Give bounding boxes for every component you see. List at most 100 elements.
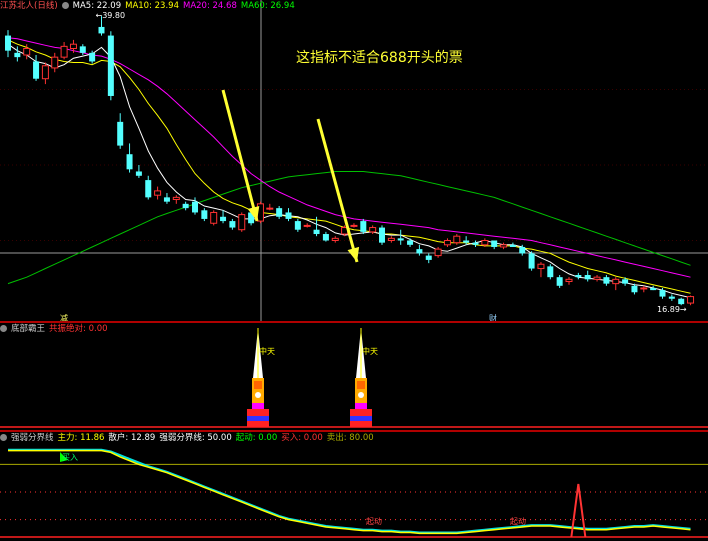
candle-body [640,287,648,290]
candle-body [500,244,508,248]
candle-body [453,235,461,244]
sell-label: 卖出: 80.00 [326,433,374,443]
ma60-line [7,171,691,285]
tower-band [355,403,367,409]
candle-body [163,197,170,202]
candle-body [565,278,573,282]
candle-body [668,296,675,299]
candle-body [238,214,246,231]
sanhu-label: 散户: 12.89 [108,433,156,443]
qidong-label: 起动: 0.00 [235,433,278,443]
candle-body [276,208,283,217]
stock-title: 江苏北人(日线) [0,1,58,11]
candle-body [481,240,489,246]
candle-body [622,279,629,284]
candle-body [98,26,105,34]
settings-icon[interactable] [61,2,69,9]
strength-chart[interactable]: 起动 起动 买入 [0,432,708,541]
candle-body [126,154,133,170]
candle-body [387,237,395,241]
qidong-annotation: 起动 [366,516,382,526]
candle-body [397,238,404,241]
candle-body [14,52,21,58]
candle-body [407,240,414,245]
buy-label: 买入: 0.00 [281,433,323,443]
panel2-title: 底部霸王 [11,324,46,334]
annotation-note: 这指标不适合688开头的票 [296,50,463,66]
ma20-label: MA20: 24.68 [182,1,237,11]
panel2-header: 底部霸王 共振绝对: 0.00 [0,323,108,335]
candle-body [89,52,96,62]
candle-body [60,45,68,58]
settings-icon[interactable] [0,434,7,441]
tower-window [357,381,365,389]
candle-body [593,276,601,280]
ma5-label: MA5: 22.09 [72,1,122,11]
candle-body [379,227,385,243]
candle-body [612,278,620,285]
tower-base-red [350,409,372,416]
candle-body [69,43,77,50]
candle-body [547,266,554,278]
bottom-king-chart[interactable]: 中天 中天 [0,323,708,430]
candle-body [509,244,516,247]
candle-body [584,275,591,280]
candle-body [603,277,610,284]
candle-body [51,56,59,69]
candle-body [322,234,329,241]
candle-body [285,212,292,219]
candle-body [491,240,498,247]
ma10-label: MA10: 23.94 [125,1,179,11]
candle-body [182,203,189,209]
candle-body [229,221,236,228]
candle-body [313,229,320,235]
candle-body [350,224,358,227]
candle-body [360,221,367,232]
bottom-king-panel[interactable]: 中天 中天 底部霸王 共振绝对: 0.00 [0,323,708,430]
candle-body [117,121,124,146]
zhuli-label: 主力: 11.86 [57,433,105,443]
main-price-panel[interactable]: ←39.80 16.89→ 减财 江苏北人(日线) MA5: 22.09 MA10:… [0,0,708,322]
candle-body [201,210,208,219]
tower-band [252,403,264,409]
tower-base-blue [247,416,269,421]
candle-body [192,201,198,213]
tower-emblem [358,392,364,398]
tower-label: 中天 [259,346,275,356]
candle-body [434,248,442,257]
candle-body [172,196,180,201]
candle-body [294,221,301,230]
tower-base-red2 [247,421,269,427]
main-panel-header: 江苏北人(日线) MA5: 22.09 MA10: 23.94 MA20: 24… [0,0,295,12]
candle-body [135,171,142,176]
tower-label: 中天 [362,346,378,356]
candle-body [41,65,49,80]
candle-body [472,242,479,245]
candle-body [220,216,227,222]
candle-body [23,48,31,56]
high-price-label: ←39.80 [96,11,126,20]
candle-body [443,240,451,246]
strength-divider-panel[interactable]: 起动 起动 买入 强弱分界线 主力: 11.86 散户: 12.89 强弱分界线: … [0,432,708,541]
settings-icon[interactable] [0,325,7,332]
candle-body [303,224,311,227]
candle-body [678,298,685,305]
ma60-label: MA60: 26.94 [240,1,295,11]
tower-base-red [247,409,269,416]
tower-window [254,381,262,389]
divider-label: 强弱分界线: 50.00 [159,433,232,443]
candle-body [369,227,377,233]
tower-emblem [255,392,261,398]
qidong-annotation: 起动 [510,516,526,526]
buy-annotation: 买入 [62,453,78,462]
candle-body [210,211,218,224]
candle-body [650,287,657,291]
candle-body [107,35,114,96]
candle-body [145,180,152,198]
arrow-shaft [221,89,259,222]
candle-body [154,190,162,196]
tower-base-blue [350,416,372,421]
candle-body [556,277,563,286]
candle-body [463,240,470,243]
panel3-title: 强弱分界线 [11,433,54,443]
